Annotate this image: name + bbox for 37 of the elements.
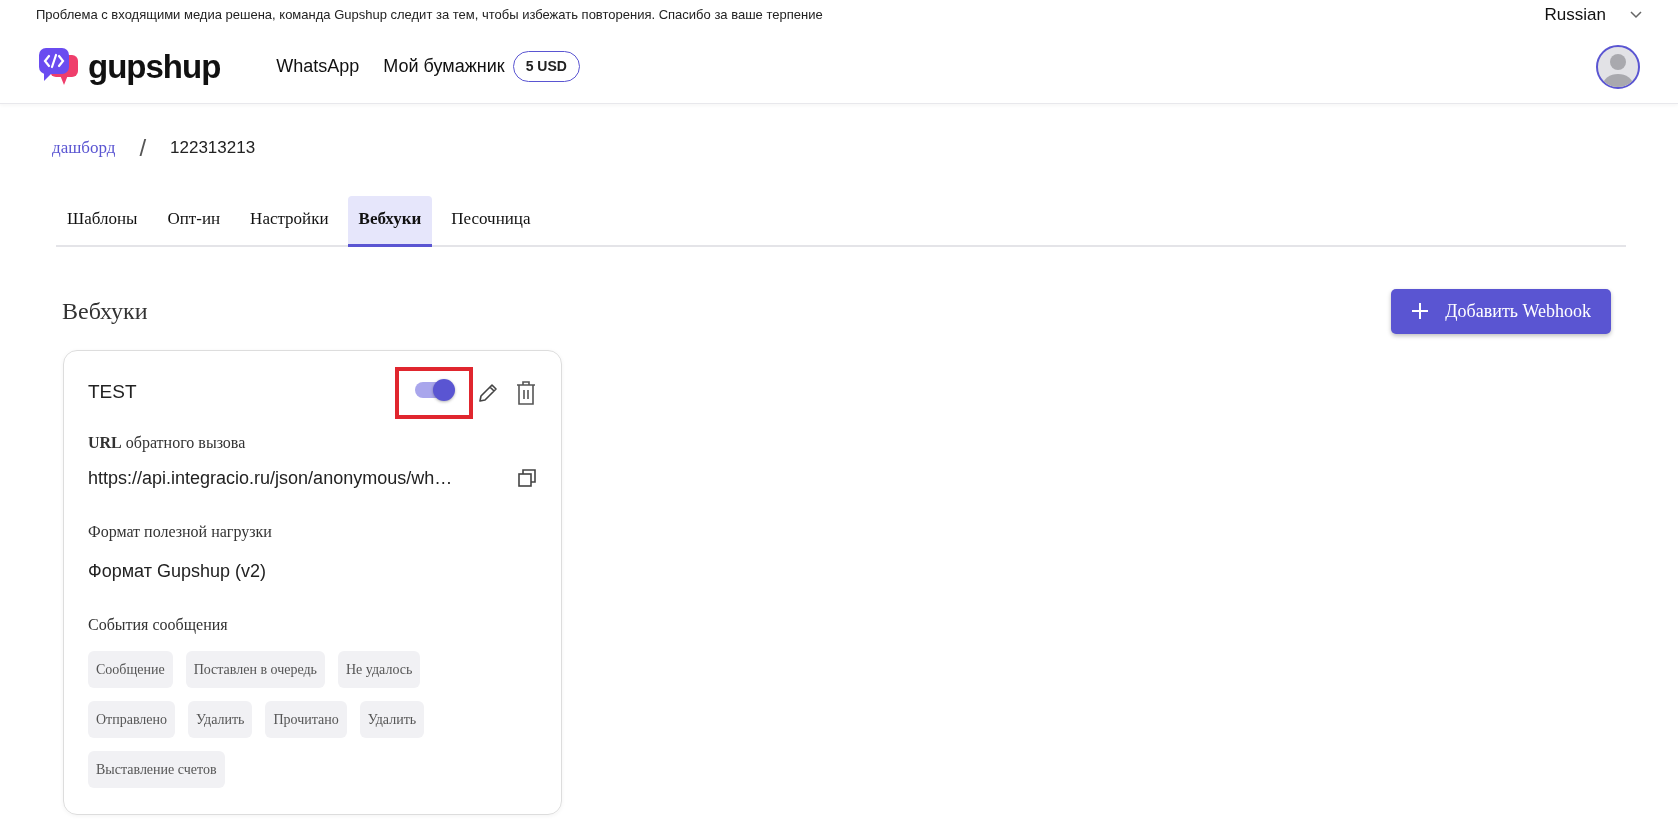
copy-icon[interactable] [517, 468, 537, 488]
breadcrumb-separator: / [139, 133, 147, 163]
event-tag: Сообщение [88, 650, 173, 688]
callback-url: https://api.integracio.ru/json/anonymous/wh… [88, 466, 453, 490]
edit-icon[interactable] [477, 381, 499, 404]
event-tag: Прочитано [265, 700, 347, 738]
language-dropdown[interactable]: Russian [1544, 2, 1642, 28]
event-tag: Удалить [359, 700, 425, 738]
event-tag: Выставление счетов [88, 750, 225, 788]
tab[interactable]: Опт-ин [156, 196, 232, 247]
tab[interactable]: Вебхуки [347, 196, 433, 247]
event-tag: Не удалось [338, 650, 421, 688]
announcement-text: Проблема с входящими медиа решена, команда Gupshup следит за тем, чтобы избежать повторения. Спасибо за ваше терпение [36, 6, 823, 25]
field-label: Формат полезной нагрузки [88, 521, 273, 543]
tab[interactable]: Песочница [440, 196, 542, 247]
wallet-label: Мой бумажник [383, 55, 505, 78]
tab[interactable]: Настройки [239, 196, 340, 247]
brand-name: gupshup [88, 46, 221, 87]
breadcrumb-link[interactable]: дашборд [52, 135, 116, 161]
event-tag: Удалить [188, 700, 253, 738]
section-title: Вебхуки [62, 296, 148, 326]
field-label: URL обратного вызова [88, 432, 247, 454]
event-tag: Поставлен в очередь [185, 650, 325, 688]
plus-icon [1411, 302, 1430, 320]
tab[interactable]: Шаблоны [56, 196, 149, 247]
nav-link[interactable]: WhatsApp [276, 53, 360, 80]
toggle-switch[interactable] [415, 381, 453, 398]
webhook-name: TEST [88, 380, 137, 405]
breadcrumb-current: 122313213 [170, 137, 256, 160]
payload-format: Формат Gupshup (v2) [88, 559, 267, 583]
event-tag: Отправлено [88, 700, 176, 738]
field-label: События сообщения [88, 614, 229, 636]
delete-icon[interactable] [515, 379, 537, 406]
chevron-down-icon [1630, 11, 1642, 19]
avatar-icon[interactable] [1596, 44, 1640, 89]
logo-icon [38, 46, 80, 87]
add-webhook-button[interactable]: Добавить Webhook [1391, 288, 1611, 334]
